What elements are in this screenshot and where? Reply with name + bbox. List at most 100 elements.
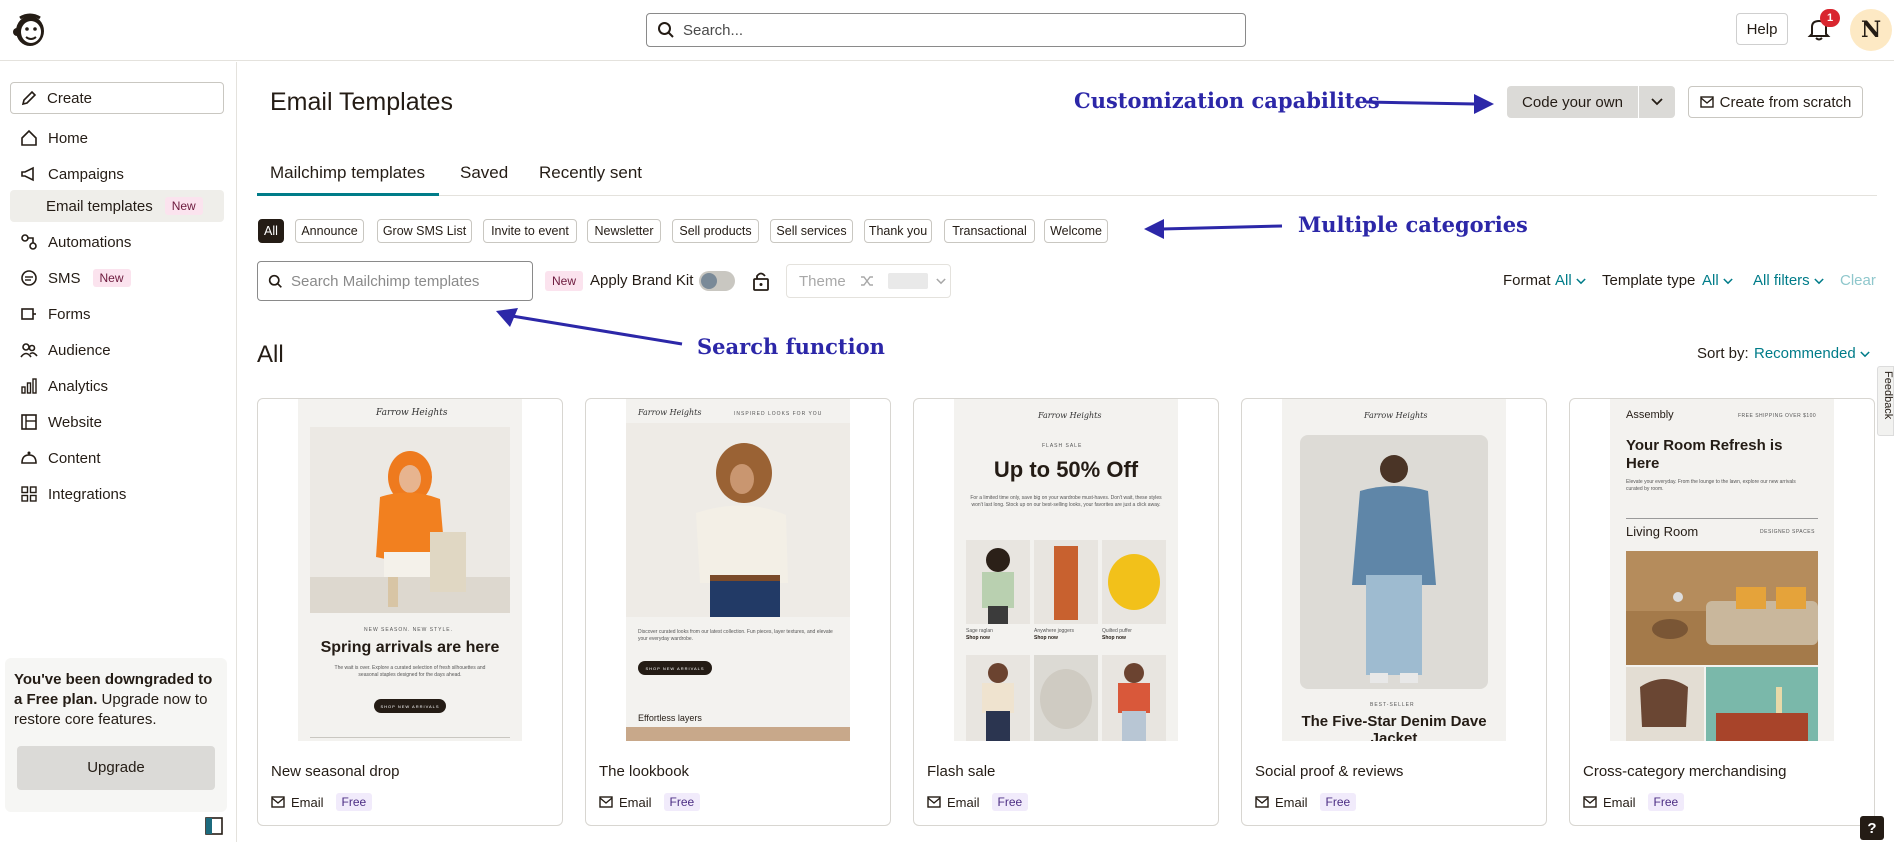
thumb-cta: SHOP NEW ARRIVALS <box>374 699 446 713</box>
code-your-own-dropdown[interactable] <box>1639 86 1675 118</box>
arrow-left-icon <box>496 308 683 346</box>
audience-icon <box>20 343 38 358</box>
mail-icon <box>1255 796 1269 808</box>
sidebar-item-analytics[interactable]: Analytics <box>10 371 224 401</box>
template-type-filter-label: Template type <box>1602 272 1696 289</box>
template-format: Email <box>947 794 980 810</box>
tab-recently-sent[interactable]: Recently sent <box>539 163 642 183</box>
format-filter-dropdown[interactable]: All <box>1555 272 1586 289</box>
create-label: Create <box>47 89 93 107</box>
help-question-button[interactable]: ? <box>1860 816 1884 840</box>
chevron-down-icon <box>1860 351 1870 358</box>
sidebar-item-automations[interactable]: Automations <box>10 227 224 257</box>
template-card[interactable]: Farrow Heights INSPIRED LOOKS FOR YOU Di… <box>585 398 891 826</box>
category-chip-sell-products[interactable]: Sell products <box>672 219 759 243</box>
product-name: Anywhere joggers <box>1034 628 1075 634</box>
create-from-scratch-button[interactable]: Create from scratch <box>1688 86 1863 118</box>
sidebar-item-forms[interactable]: Forms <box>10 299 224 329</box>
theme-label: Theme <box>799 272 846 290</box>
all-filters-button[interactable]: All filters <box>1753 272 1824 289</box>
mail-icon <box>1699 96 1714 108</box>
annotation-customization: Customization capabilites <box>1074 88 1380 113</box>
template-meta: Email Free <box>599 793 701 811</box>
category-chip-grow-sms-list[interactable]: Grow SMS List <box>377 219 472 243</box>
arrow-left-icon <box>1144 219 1283 239</box>
thumb-body: Elevate your everyday. From the lounge t… <box>1626 479 1796 492</box>
template-meta: Email Free <box>271 793 373 811</box>
chevron-down-icon <box>1814 278 1824 285</box>
sidebar-item-home[interactable]: Home <box>10 123 224 153</box>
sidebar: Create Home Campaigns Email templates Ne… <box>0 62 237 842</box>
mailchimp-logo-icon[interactable] <box>10 10 50 50</box>
theme-select[interactable]: Theme <box>786 264 951 298</box>
sidebar-item-website[interactable]: Website <box>10 407 224 437</box>
grid-icon <box>21 486 37 502</box>
tabs-divider <box>257 195 1877 196</box>
downgrade-notice: You've been downgraded to a Free plan. U… <box>5 658 227 812</box>
bar-chart-icon <box>21 378 37 394</box>
format-filter-label: Format <box>1503 272 1551 289</box>
free-badge: Free <box>335 793 373 811</box>
help-button[interactable]: Help <box>1736 13 1788 45</box>
notification-badge: 1 <box>1820 9 1840 27</box>
new-badge: New <box>92 269 131 287</box>
sort-value: Recommended <box>1754 345 1856 362</box>
template-meta: Email Free <box>927 793 1029 811</box>
sidebar-item-label: Integrations <box>48 485 127 503</box>
category-chip-invite-to-event[interactable]: Invite to event <box>483 219 577 243</box>
code-your-own-button[interactable]: Code your own <box>1507 86 1638 118</box>
template-meta: Email Free <box>1583 793 1685 811</box>
category-chip-transactional[interactable]: Transactional <box>944 219 1035 243</box>
avatar[interactable]: N <box>1850 9 1892 51</box>
template-card[interactable]: Farrow Heights NEW SEASON. NEW STYLE. Sp… <box>257 398 563 826</box>
sidebar-item-audience[interactable]: Audience <box>10 335 224 365</box>
annotation-categories: Multiple categories <box>1298 212 1528 237</box>
new-badge: New <box>545 271 584 291</box>
apply-brand-kit-label: Apply Brand Kit <box>590 272 694 289</box>
template-card[interactable]: Farrow Heights FLASH SALE Up to 50% Off … <box>913 398 1219 826</box>
product-photo <box>966 540 1030 624</box>
thumb-subhead: Living Room <box>1626 524 1699 539</box>
tab-mailchimp-templates[interactable]: Mailchimp templates <box>270 163 425 183</box>
sidebar-item-label: Content <box>48 449 101 467</box>
room-photo <box>1626 667 1704 741</box>
create-button[interactable]: Create <box>10 82 224 114</box>
content-icon <box>21 451 37 464</box>
category-chip-thank-you[interactable]: Thank you <box>864 219 932 243</box>
sidebar-item-label: Website <box>48 413 102 431</box>
template-search-input[interactable]: Search Mailchimp templates <box>257 261 533 301</box>
category-chip-announce[interactable]: Announce <box>295 219 364 243</box>
template-search-placeholder: Search Mailchimp templates <box>291 272 480 290</box>
sidebar-item-campaigns[interactable]: Campaigns <box>10 159 224 189</box>
create-from-scratch-label: Create from scratch <box>1719 93 1852 111</box>
category-chip-all[interactable]: All <box>258 219 284 243</box>
tab-saved[interactable]: Saved <box>460 163 508 183</box>
template-card[interactable]: Farrow Heights BEST-SELLER The Five-Star… <box>1241 398 1547 826</box>
feedback-tab[interactable]: Feedback <box>1877 366 1894 436</box>
category-chip-newsletter[interactable]: Newsletter <box>587 219 661 243</box>
product-photo <box>1034 655 1098 741</box>
sidebar-item-email-templates[interactable]: Email templates New <box>10 190 224 222</box>
global-search-input[interactable]: Search... <box>646 13 1246 47</box>
sidebar-collapse-icon[interactable] <box>205 817 223 835</box>
template-type-filter-dropdown[interactable]: All <box>1702 272 1733 289</box>
template-thumbnail: Farrow Heights INSPIRED LOOKS FOR YOU Di… <box>626 399 850 741</box>
active-tab-indicator <box>257 193 439 196</box>
sort-dropdown[interactable]: Recommended <box>1754 345 1870 362</box>
upgrade-button[interactable]: Upgrade <box>17 746 215 790</box>
template-card[interactable]: Assembly FREE SHIPPING OVER $100 Your Ro… <box>1569 398 1875 826</box>
sidebar-item-label: Analytics <box>48 377 109 395</box>
category-chip-sell-services[interactable]: Sell services <box>770 219 853 243</box>
thumb-kicker: INSPIRED LOOKS FOR YOU <box>734 411 823 417</box>
category-chip-welcome[interactable]: Welcome <box>1044 219 1108 243</box>
sidebar-item-label: Forms <box>48 305 91 323</box>
chevron-down-icon <box>1651 98 1663 106</box>
clear-filters-button[interactable]: Clear <box>1840 272 1876 289</box>
template-thumbnail: Assembly FREE SHIPPING OVER $100 Your Ro… <box>1610 399 1834 741</box>
brand-kit-toggle[interactable] <box>699 271 735 291</box>
sidebar-item-label: Audience <box>48 341 111 359</box>
sidebar-item-integrations[interactable]: Integrations <box>10 479 224 509</box>
sidebar-item-content[interactable]: Content <box>10 443 224 473</box>
sidebar-item-sms[interactable]: SMS New <box>10 263 224 293</box>
model-photo <box>310 427 510 613</box>
